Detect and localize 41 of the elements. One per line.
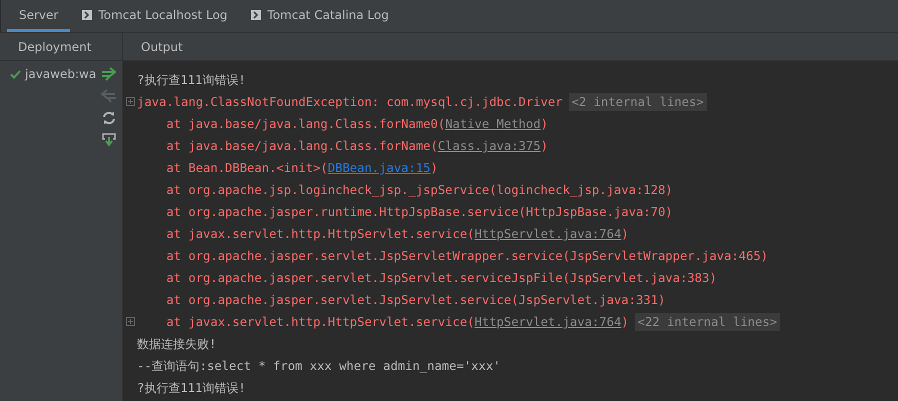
expand-icon[interactable] — [126, 317, 135, 326]
console-text: at org.apache.jsp.logincheck_jsp._jspService(logincheck_jsp.java:128) — [165, 183, 673, 197]
source-link[interactable]: Class.java:375 — [438, 139, 541, 153]
console-text: at java.base/java.lang.Class.forName0( — [165, 117, 446, 131]
console-text: ?执行查111询错误! — [137, 380, 246, 396]
console-text: ) — [621, 227, 629, 241]
console-text: at org.apache.jasper.servlet.JspServlet.serviceJspFile(JspServlet.java:383) — [165, 271, 717, 285]
console-icon — [251, 10, 262, 20]
console-text: at javax.servlet.http.HttpServlet.service( — [165, 315, 475, 329]
console-text: ) — [621, 315, 629, 329]
console-text: at javax.servlet.http.HttpServlet.service( — [165, 227, 475, 241]
undeploy-icon[interactable] — [101, 89, 118, 103]
console-text: ) — [430, 161, 438, 175]
check-icon — [10, 70, 21, 78]
console-text: at java.base/java.lang.Class.forName( — [165, 139, 438, 153]
console-text: 数据连接失败! — [137, 336, 216, 352]
console-text: at org.apache.jasper.servlet.JspServletWrapper.service(JspServletWrapper.java:465) — [165, 249, 768, 263]
source-link[interactable]: HttpServlet.java:764 — [474, 315, 622, 329]
source-link[interactable]: HttpServlet.java:764 — [474, 227, 622, 241]
refresh-icon[interactable] — [102, 111, 116, 125]
panel-title: Deployment — [0, 33, 122, 61]
deployment-item[interactable]: javaweb:wa — [0, 65, 96, 83]
console-text: at org.apache.jasper.runtime.HttpJspBase.service(HttpJspBase.java:70) — [165, 205, 673, 219]
expand-icon[interactable] — [126, 97, 135, 106]
tab[interactable]: Tomcat Catalina Log — [239, 0, 401, 32]
tab[interactable]: Server — [7, 0, 70, 32]
console-icon — [82, 10, 92, 20]
console-text: ) — [540, 139, 548, 153]
deploy-icon[interactable] — [101, 67, 118, 81]
source-link[interactable]: DBBean.java:15 — [328, 161, 431, 175]
console-text: at Bean.DBBean.<init>( — [165, 161, 328, 175]
tab[interactable]: Tomcat Localhost Log — [70, 0, 240, 32]
source-link[interactable]: Native Method — [445, 117, 541, 131]
console-text: ?执行查111询错误! — [137, 72, 246, 88]
console-text: at org.apache.jasper.servlet.JspServlet.service(JspServlet.java:331) — [165, 293, 666, 307]
folded-lines-hint[interactable]: <2 internal lines> — [568, 93, 707, 111]
console-text: --查询语句:select * from xxx where admin_name='xxx' — [137, 358, 501, 374]
console-text: ) — [540, 117, 548, 131]
console-text: java.lang.ClassNotFoundException: com.mysql.cj.jdbc.Driver — [137, 95, 563, 109]
download-icon[interactable] — [102, 133, 116, 147]
folded-lines-hint[interactable]: <22 internal lines> — [634, 313, 780, 331]
